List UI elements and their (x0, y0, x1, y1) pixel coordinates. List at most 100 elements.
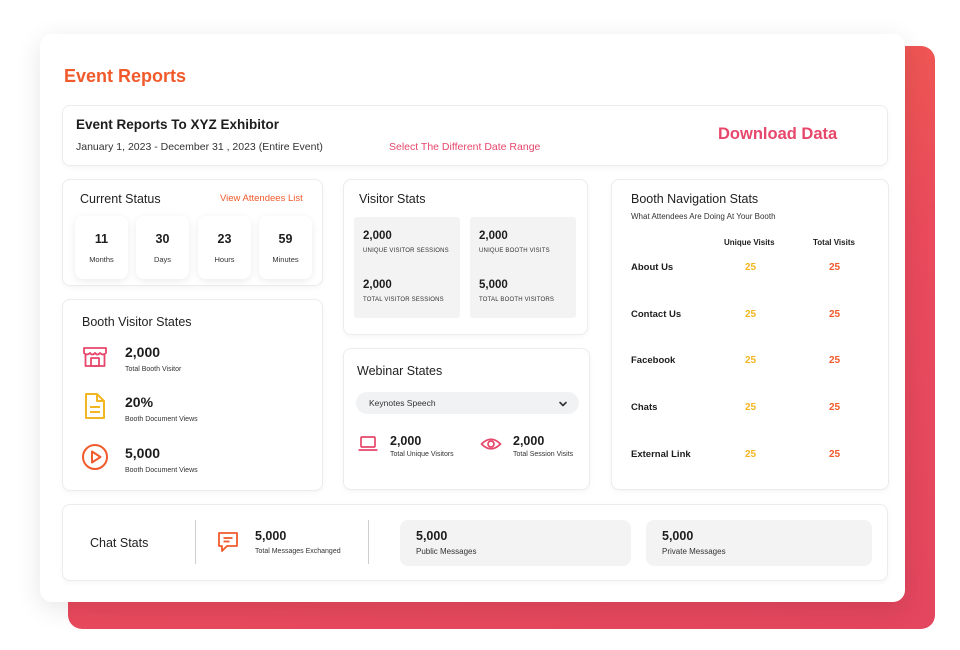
table-row: Chats 25 25 (612, 402, 890, 418)
chat-stats-title: Chat Stats (90, 536, 149, 550)
nav-row-unique: 25 (745, 262, 757, 273)
visitor-stat-item: 5,000 TOTAL BOOTH VISITORS (479, 279, 554, 303)
divider (368, 520, 369, 564)
chat-total-value: 5,000 (255, 529, 287, 543)
visitor-stats-box-right: 2,000 UNIQUE BOOTH VISITS 5,000 TOTAL BO… (470, 217, 576, 318)
status-tile-days: 30 Days (136, 216, 189, 279)
nav-row-name: Contact Us (631, 309, 682, 320)
visitor-stat-value: 5,000 (479, 279, 508, 291)
visitor-stat-item: 2,000 UNIQUE BOOTH VISITS (479, 230, 550, 254)
current-status-title: Current Status (80, 192, 161, 206)
select-date-range-link[interactable]: Select The Different Date Range (389, 141, 540, 153)
booth-navigation-title: Booth Navigation Stats (631, 192, 759, 206)
status-tile-value: 59 (278, 232, 293, 246)
visitor-stat-label: UNIQUE VISITOR SESSIONS (363, 248, 449, 254)
play-circle-icon (81, 443, 109, 471)
status-tile-value: 30 (155, 232, 170, 246)
status-tile-label: Months (89, 255, 114, 264)
booth-visitor-value: 2,000 (125, 344, 161, 360)
nav-row-name: Facebook (631, 355, 676, 366)
webinar-stat-label: Total Unique Visitors (390, 451, 454, 458)
booth-visitor-label: Total Booth Visitor (125, 366, 182, 373)
divider (195, 520, 196, 564)
visitor-stat-label: UNIQUE BOOTH VISITS (479, 248, 550, 254)
report-header-panel: Event Reports To XYZ Exhibitor January 1… (62, 105, 888, 166)
status-tile-label: Hours (214, 255, 235, 264)
nav-row-total: 25 (829, 355, 841, 366)
visitor-stat-value: 2,000 (479, 230, 508, 242)
view-attendees-link[interactable]: View Attendees List (220, 193, 303, 204)
webinar-stat-value: 2,000 (390, 434, 422, 448)
document-icon (81, 392, 109, 420)
status-tile-minutes: 59 Minutes (259, 216, 312, 279)
booth-visitor-item: 20% Booth Document Views (81, 392, 301, 432)
booth-visitor-item: 2,000 Total Booth Visitor (81, 342, 301, 382)
webinar-select-value: Keynotes Speech (369, 398, 436, 408)
visitor-stat-item: 2,000 UNIQUE VISITOR SESSIONS (363, 230, 449, 254)
nav-row-unique: 25 (745, 355, 757, 366)
table-row: About Us 25 25 (612, 262, 890, 278)
status-tile-label: Days (153, 255, 172, 264)
nav-row-unique: 25 (745, 449, 757, 460)
webinar-stat-label: Total Session Visits (513, 451, 574, 458)
nav-row-total: 25 (829, 309, 841, 320)
status-tile-hours: 23 Hours (198, 216, 251, 279)
visitor-stat-value: 2,000 (363, 279, 392, 291)
visitor-stats-title: Visitor Stats (359, 192, 426, 206)
nav-row-unique: 25 (745, 309, 757, 320)
table-row: Contact Us 25 25 (612, 309, 890, 325)
nav-row-total: 25 (829, 402, 841, 413)
report-date-range: January 1, 2023 - December 31 , 2023 (En… (76, 141, 323, 153)
chat-stats-panel: Chat Stats 5,000 Total Messages Exchange… (62, 504, 888, 581)
booth-visitor-value: 5,000 (125, 445, 161, 461)
laptop-icon (357, 433, 379, 455)
webinar-states-title: Webinar States (357, 364, 443, 378)
private-messages-label: Private Messages (662, 547, 726, 556)
chevron-down-icon (557, 397, 569, 409)
eye-icon (480, 433, 502, 455)
visitor-stats-panel: Visitor Stats 2,000 UNIQUE VISITOR SESSI… (343, 179, 588, 335)
visitor-stat-label: TOTAL BOOTH VISITORS (479, 297, 555, 303)
visitor-stat-item: 2,000 TOTAL VISITOR SESSIONS (363, 279, 444, 303)
status-tile-months: 11 Months (75, 216, 128, 279)
booth-visitor-item: 5,000 Booth Document Views (81, 443, 301, 483)
booth-visitor-panel: Booth Visitor States 2,000 Total Booth V… (62, 299, 323, 491)
chat-total-label: Total Messages Exchanged (255, 548, 341, 555)
booth-visitor-label: Booth Document Views (125, 467, 198, 474)
visitor-stats-box-left: 2,000 UNIQUE VISITOR SESSIONS 2,000 TOTA… (354, 217, 460, 318)
status-tile-value: 11 (94, 232, 109, 246)
webinar-stat-value: 2,000 (513, 434, 545, 448)
webinar-states-panel: Webinar States Keynotes Speech 2,000 Tot… (343, 348, 590, 490)
booth-visitor-value: 20% (125, 394, 154, 410)
visitor-stat-value: 2,000 (363, 230, 392, 242)
current-status-panel: Current Status View Attendees List 11 Mo… (62, 179, 323, 286)
private-messages-value: 5,000 (662, 529, 694, 543)
chat-icon (216, 530, 240, 554)
webinar-select[interactable]: Keynotes Speech (356, 392, 579, 414)
booth-navigation-subtitle: What Attendees Are Doing At Your Booth (631, 212, 776, 221)
report-card: Event Reports Event Reports To XYZ Exhib… (40, 34, 905, 602)
nav-row-name: External Link (631, 449, 691, 460)
nav-row-unique: 25 (745, 402, 757, 413)
download-data-button[interactable]: Download Data (718, 125, 837, 144)
report-header-title: Event Reports To XYZ Exhibitor (76, 117, 280, 132)
booth-navigation-panel: Booth Navigation Stats What Attendees Ar… (611, 179, 889, 490)
public-messages-box: 5,000 Public Messages (400, 520, 631, 566)
status-tile-value: 23 (217, 232, 232, 246)
public-messages-value: 5,000 (416, 529, 448, 543)
booth-visitor-label: Booth Document Views (125, 416, 198, 423)
public-messages-label: Public Messages (416, 547, 477, 556)
booth-visitor-title: Booth Visitor States (82, 315, 192, 329)
storefront-icon (81, 342, 109, 370)
nav-row-name: About Us (631, 262, 674, 273)
nav-row-name: Chats (631, 402, 658, 413)
visitor-stat-label: TOTAL VISITOR SESSIONS (363, 297, 444, 303)
nav-row-total: 25 (829, 449, 841, 460)
nav-row-total: 25 (829, 262, 841, 273)
column-header-total: Total Visits (813, 238, 855, 247)
status-tile-label: Minutes (272, 255, 299, 264)
column-header-unique: Unique Visits (724, 238, 775, 247)
table-row: External Link 25 25 (612, 449, 890, 465)
table-row: Facebook 25 25 (612, 355, 890, 371)
private-messages-box: 5,000 Private Messages (646, 520, 872, 566)
